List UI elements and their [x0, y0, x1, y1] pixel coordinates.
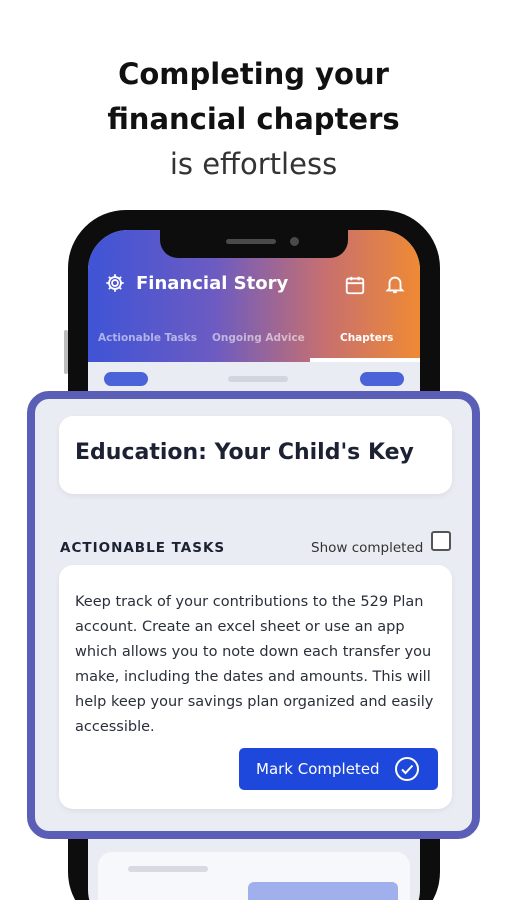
headline-line-3: is effortless: [169, 147, 338, 181]
show-completed-checkbox[interactable]: [431, 531, 451, 551]
active-tab-indicator: [310, 358, 420, 362]
background-button: [248, 882, 398, 900]
gear-icon[interactable]: [104, 272, 126, 294]
app-header: Financial Story Actionable Tasks Ongoing…: [88, 230, 420, 362]
chapter-panel: Education: Your Child's Key ACTIONABLE T…: [27, 391, 480, 839]
tab-ongoing-advice[interactable]: Ongoing Advice: [212, 332, 305, 344]
background-pill: [360, 372, 404, 386]
background-placeholder: [128, 866, 208, 872]
show-completed-label: Show completed: [311, 540, 424, 556]
phone-notch: [160, 230, 348, 258]
bell-icon[interactable]: [384, 273, 406, 295]
phone-side-button: [64, 330, 68, 374]
headline: Completing your financial chapters is ef…: [0, 52, 507, 187]
camera: [290, 237, 299, 246]
tab-chapters[interactable]: Chapters: [340, 332, 393, 344]
headline-line-2: financial chapters: [107, 102, 400, 136]
chapter-title: Education: Your Child's Key: [75, 440, 414, 465]
tab-actionable-tasks[interactable]: Actionable Tasks: [98, 332, 197, 344]
mark-completed-label: Mark Completed: [256, 760, 380, 778]
chapter-title-card: Education: Your Child's Key: [59, 416, 452, 494]
background-card: [98, 852, 410, 900]
mark-completed-button[interactable]: Mark Completed: [239, 748, 438, 790]
task-text: Keep track of your contributions to the …: [75, 594, 434, 735]
background-placeholder: [228, 376, 288, 382]
app-title: Financial Story: [136, 273, 289, 294]
background-pill: [104, 372, 148, 386]
section-label: ACTIONABLE TASKS: [60, 540, 226, 556]
calendar-icon[interactable]: [344, 274, 366, 296]
headline-line-1: Completing your: [118, 57, 389, 91]
check-circle-icon: [395, 757, 419, 781]
task-card: Keep track of your contributions to the …: [59, 565, 452, 809]
speaker: [226, 239, 276, 244]
